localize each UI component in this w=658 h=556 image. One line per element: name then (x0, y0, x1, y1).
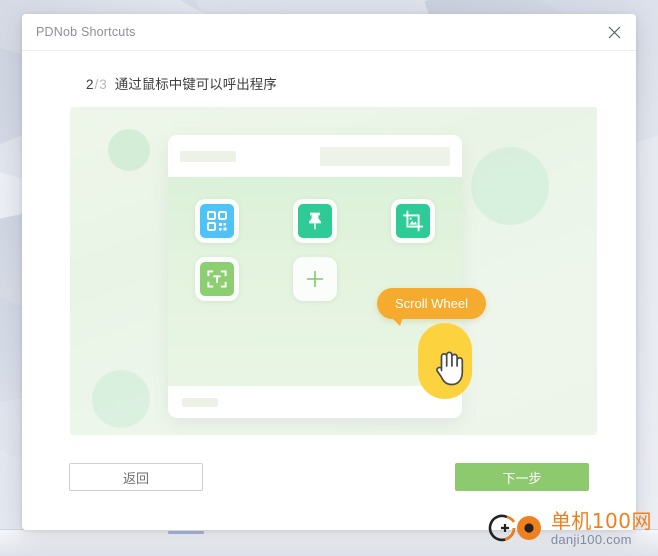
tool-tile-add (293, 257, 337, 301)
mock-tool-grid (168, 177, 462, 301)
placeholder-bar (180, 150, 236, 162)
step-current: 2 (86, 77, 94, 92)
tool-tile-image-crop (391, 199, 435, 243)
step-description: 通过鼠标中键可以呼出程序 (114, 77, 277, 92)
decorative-circle (92, 370, 150, 428)
tool-tile-qr-code (195, 199, 239, 243)
taskbar-active-indicator (168, 531, 204, 534)
ocr-text-icon (207, 270, 227, 288)
image-crop-icon (402, 210, 424, 232)
dialog-title: PDNob Shortcuts (36, 25, 136, 39)
tool-tile-pin (293, 199, 337, 243)
scroll-wheel-tooltip: Scroll Wheel (377, 288, 486, 326)
tutorial-illustration: Scroll Wheel (70, 107, 597, 435)
step-separator: / (94, 77, 99, 92)
step-total: 3 (99, 77, 107, 92)
decorative-circle (471, 147, 549, 225)
hand-pointer-icon (432, 345, 468, 387)
close-button[interactable] (592, 14, 636, 50)
dialog-footer: 返回 下一步 (66, 463, 592, 491)
taskbar (0, 529, 658, 556)
step-indicator: 2 / 3 通过鼠标中键可以呼出程序 (86, 73, 592, 93)
tool-tile-ocr-text (195, 257, 239, 301)
close-icon (608, 26, 620, 38)
mock-window-header (168, 135, 462, 177)
dialog-titlebar: PDNob Shortcuts (22, 14, 636, 51)
mock-window-footer (168, 386, 462, 418)
qr-code-icon (207, 211, 227, 231)
placeholder-bar (320, 146, 450, 166)
decorative-circle (108, 129, 150, 171)
dialog-body: 2 / 3 通过鼠标中键可以呼出程序 Scroll Wheel 返回 下一步 (22, 51, 636, 530)
add-plus-icon (306, 270, 324, 288)
next-button[interactable]: 下一步 (455, 463, 589, 491)
placeholder-bar (182, 397, 218, 407)
shortcuts-dialog: PDNob Shortcuts 2 / 3 通过鼠标中键可以呼出程序 Scrol… (22, 14, 636, 530)
back-button[interactable]: 返回 (69, 463, 203, 491)
pin-icon (309, 212, 321, 230)
